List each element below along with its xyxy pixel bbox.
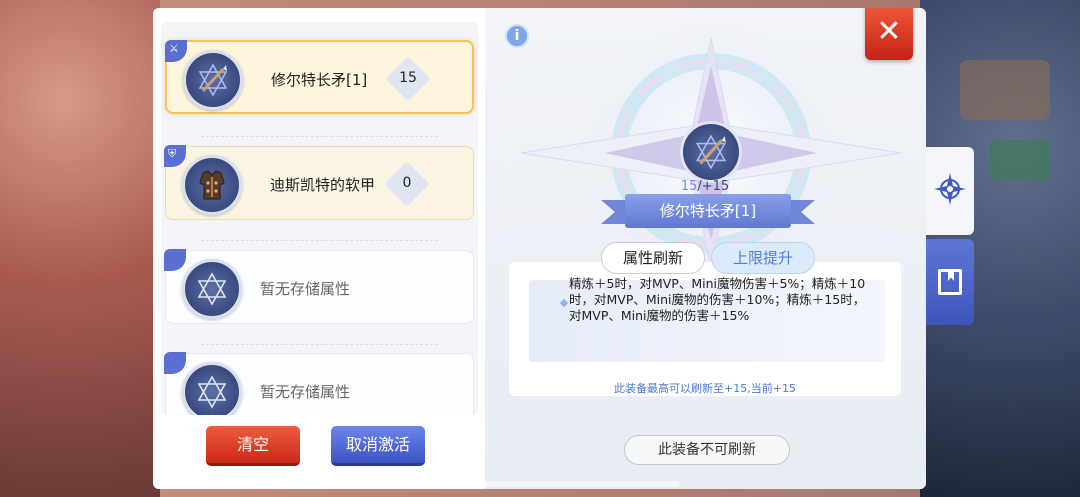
slot-badge [164,249,186,271]
item-name-title: 修尔特长矛[1] [625,194,791,228]
equipment-slot-list[interactable]: ⚔ 修尔特长矛[1] 15 ⛨ 迪斯凯特的软甲 0 暂无存储属性 暂无存储属性 [161,22,478,415]
side-tab-bar [926,147,974,325]
bottom-scrollbar[interactable] [400,481,680,487]
refine-count-badge: 0 [384,161,430,207]
divider [201,240,438,241]
refine-effect-text: 精炼＋5时，对MVP、Mini魔物伤害＋5%；精炼＋10时，对MVP、Mini魔… [569,276,866,323]
slot-item-name: 修尔特长矛[1] [271,71,368,89]
item-medal [182,362,242,415]
book-icon [938,269,962,295]
refine-max: /+15 [697,179,730,194]
close-button[interactable]: ✕ [865,8,913,60]
tab-attribute-refresh[interactable]: 属性刷新 [601,242,705,274]
info-icon[interactable]: i [505,24,529,48]
tab-limit-increase[interactable]: 上限提升 [711,242,815,274]
refine-panel: ⚔ 修尔特长矛[1] 15 ⛨ 迪斯凯特的软甲 0 暂无存储属性 暂无存储属性 … [153,8,926,489]
divider [201,136,438,137]
slot-card-spear[interactable]: ⚔ 修尔特长矛[1] 15 [165,40,474,114]
sword-icon: ⚔ [169,42,179,55]
refine-limit-note: 此装备最高可以刷新至+15,当前+15 [614,382,796,395]
armor-icon [199,170,225,200]
refine-count-badge: 15 [385,56,431,102]
clear-button[interactable]: 清空 [206,426,300,466]
shield-icon: ⛨ [168,147,177,160]
compass-icon [934,173,966,205]
slot-card-empty[interactable]: 暂无存储属性 [164,249,474,324]
slot-item-name: 暂无存储属性 [260,383,351,401]
equipment-list-column: ⚔ 修尔特长矛[1] 15 ⛨ 迪斯凯特的软甲 0 暂无存储属性 暂无存储属性 … [153,8,485,489]
background-cart [990,140,1050,180]
side-tab-book[interactable] [926,239,974,325]
spear-icon [198,63,228,97]
slot-item-name: 迪斯凯特的软甲 [270,176,376,194]
divider [201,344,438,345]
slot-badge [164,352,186,374]
attribute-description-box: 精炼＋5时，对MVP、Mini魔物伤害＋5%；精炼＋10时，对MVP、Mini魔… [509,262,901,396]
background-left [0,0,160,497]
star-of-david-icon [197,272,227,306]
item-medal [183,50,243,110]
refine-current: 15 [680,179,698,194]
slot-item-name: 暂无存储属性 [260,280,351,298]
background-building [960,60,1050,120]
refine-level-text: 15/+15 [665,179,745,194]
side-tab-compass[interactable] [926,147,974,235]
refine-detail-column: i ✕ 15/+15 修尔特长矛[1] 精炼＋5时，对MVP、Mini魔物伤害＋… [485,8,926,489]
weapon-type-badge: ⚔ [165,40,187,62]
cancel-activate-button[interactable]: 取消激活 [331,426,425,466]
selected-item-medal [680,121,742,183]
diamond-bullet-icon [559,298,569,308]
star-of-david-icon [197,375,227,409]
slot-card-armor[interactable]: ⛨ 迪斯凯特的软甲 0 [164,145,474,220]
item-medal [182,155,242,215]
item-name-ribbon: 修尔特长矛[1] [601,194,815,228]
spear-icon [695,134,727,170]
armor-type-badge: ⛨ [164,145,186,167]
slot-card-empty[interactable]: 暂无存储属性 [164,352,474,415]
cannot-refresh-button[interactable]: 此装备不可刷新 [624,435,790,465]
item-medal [182,259,242,319]
